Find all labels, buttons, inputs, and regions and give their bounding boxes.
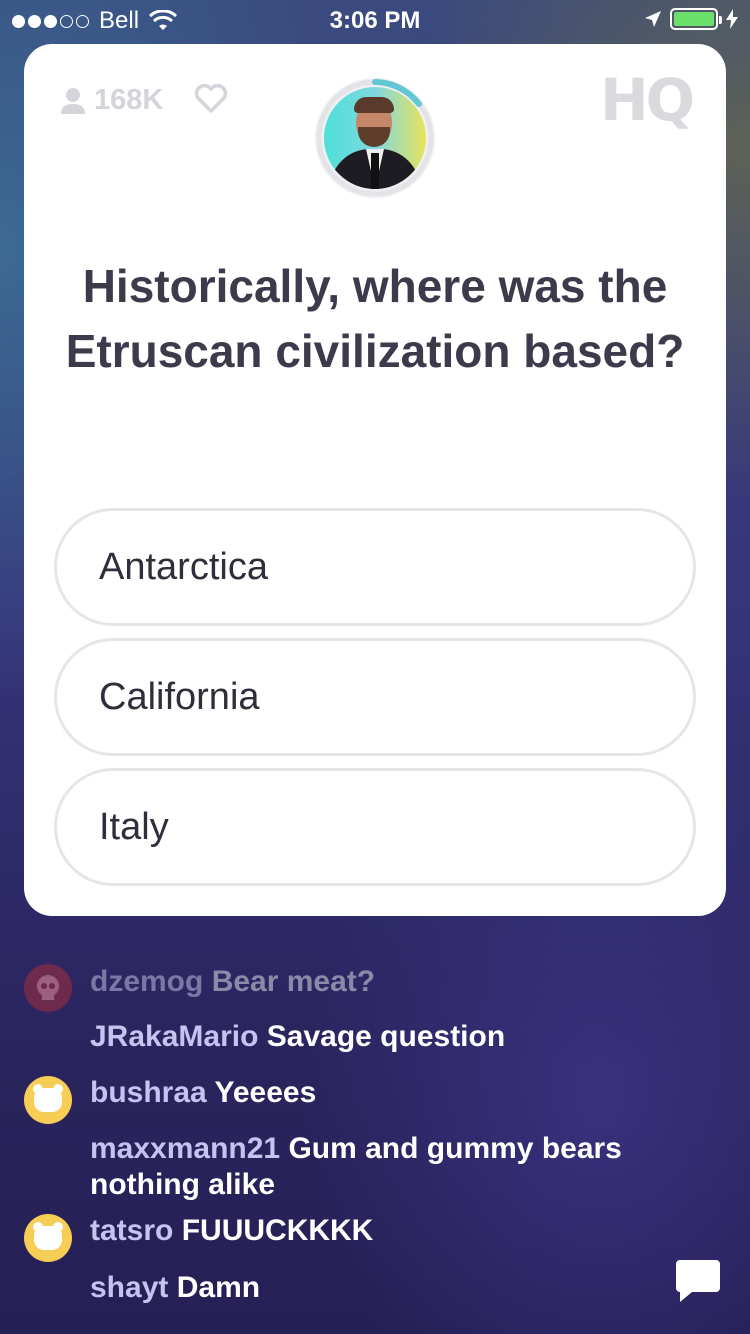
chat-message: JRakaMario Savage question [90, 1019, 690, 1055]
answer-label: California [99, 675, 260, 718]
viewer-count-label: 168K [94, 84, 164, 116]
chat-username: tatsro [90, 1214, 174, 1247]
status-time: 3:06 PM [329, 7, 421, 34]
person-icon [61, 87, 85, 114]
chat-bubble-icon[interactable] [674, 1256, 722, 1304]
location-arrow-icon [645, 11, 661, 27]
chat-username: bushraa [90, 1076, 207, 1109]
hq-logo: HQ [600, 66, 695, 134]
question-card: 168K HQ Historically, where was the Etru… [24, 44, 726, 916]
status-right [644, 8, 738, 30]
chat-text: Bear meat? [211, 965, 376, 998]
host-photo [324, 87, 426, 189]
heart-icon[interactable] [194, 84, 228, 114]
status-bar: Bell 3:06 PM [0, 0, 750, 40]
chat-username: maxxmann21 [90, 1132, 281, 1165]
chat-message: shayt Damn [90, 1270, 690, 1306]
skull-icon [24, 964, 72, 1012]
chat-username: shayt [90, 1271, 169, 1304]
charging-bolt-icon [726, 9, 738, 29]
chat-username: JRakaMario [90, 1020, 259, 1053]
chat-message: tatsro FUUUCKKKK [90, 1213, 690, 1249]
chat-text: Yeeees [214, 1076, 317, 1109]
chat-message: bushraa Yeeees [90, 1075, 690, 1111]
chat-message: maxxmann21 Gum and gummy bears nothing a… [90, 1131, 690, 1203]
question-text: Historically, where was the Etruscan civ… [65, 260, 685, 377]
chat-username: dzemog [90, 965, 204, 998]
battery-icon [670, 8, 722, 30]
viewer-count: 168K [60, 84, 163, 117]
answer-option-2[interactable]: California [54, 638, 696, 756]
answer-label: Antarctica [99, 545, 268, 588]
bear-icon [24, 1214, 72, 1262]
chat-text: Damn [176, 1271, 261, 1304]
chat-text: Savage question [266, 1020, 506, 1053]
bear-icon [24, 1076, 72, 1124]
chat-text: FUUUCKKKK [181, 1214, 374, 1247]
host-avatar [315, 78, 435, 198]
chat-message: dzemog Bear meat? [90, 964, 690, 1000]
answer-option-1[interactable]: Antarctica [54, 508, 696, 626]
answer-label: Italy [99, 805, 169, 848]
answer-option-3[interactable]: Italy [54, 768, 696, 886]
